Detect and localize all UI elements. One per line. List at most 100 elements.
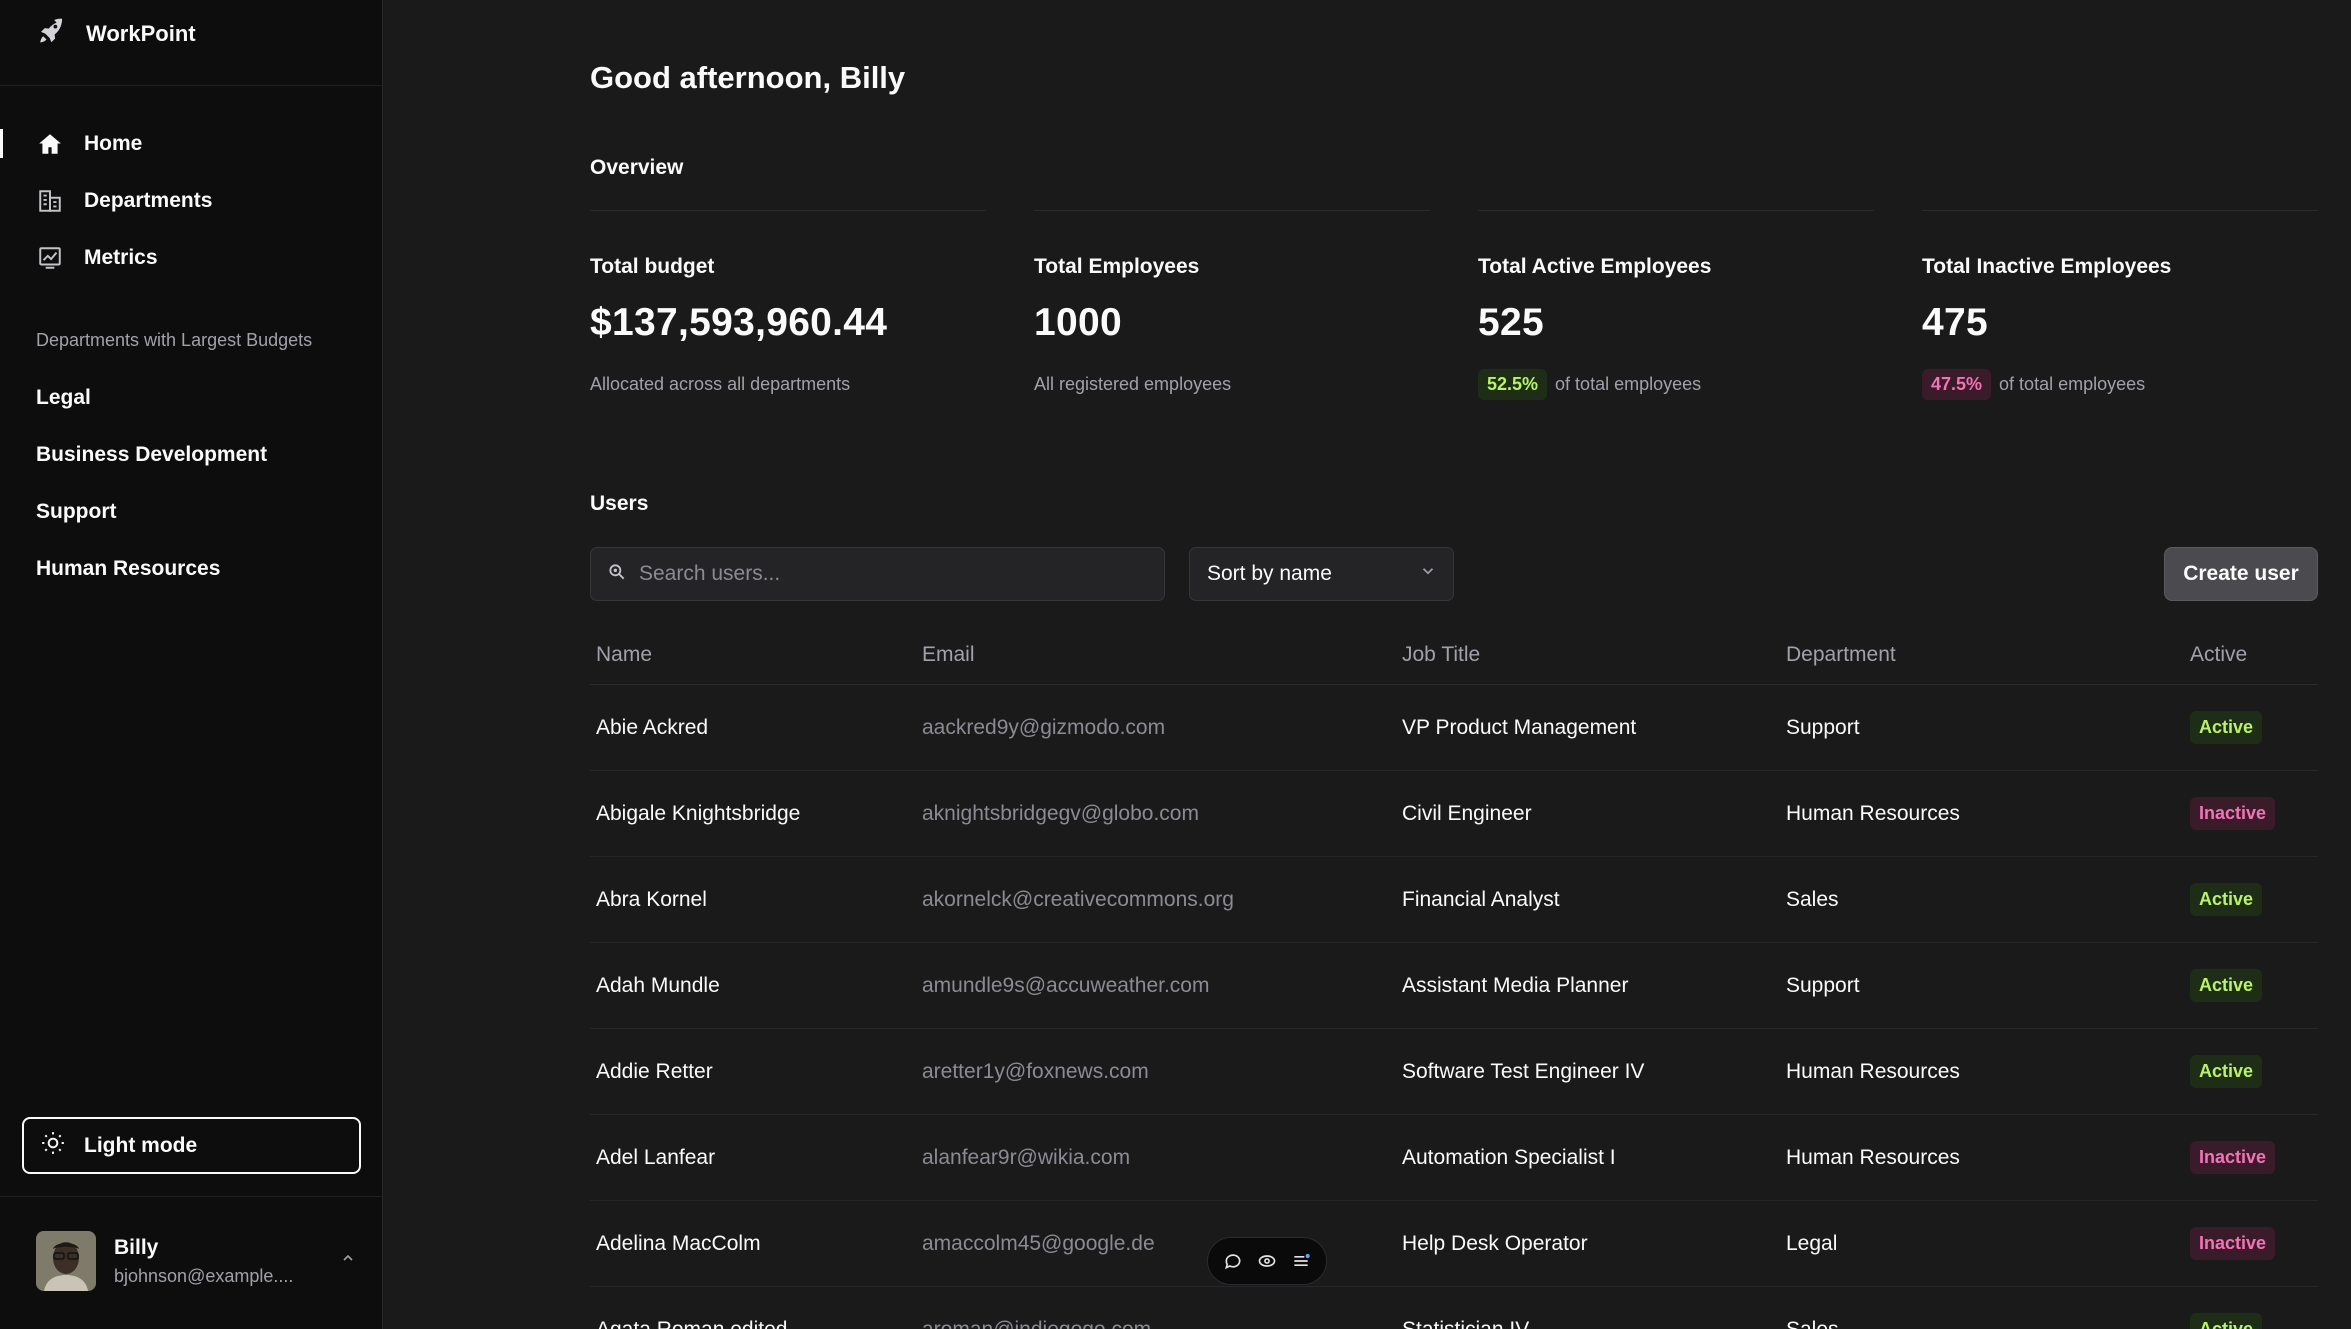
table-row[interactable]: Abigale Knightsbridge aknightsbridgegv@gl… [590, 771, 2318, 857]
percent-badge: 47.5% [1922, 368, 1992, 400]
table-row[interactable]: Abie Ackred aackred9y@gizmodo.com VP Produ… [590, 685, 2318, 771]
cell-active: Inactive [2190, 1141, 2318, 1174]
search-icon [607, 562, 627, 587]
column-header-department[interactable]: Department [1786, 643, 2190, 667]
stat-label: Total Employees [1034, 255, 1200, 278]
building-icon [36, 187, 64, 215]
chart-icon [36, 244, 64, 272]
cell-active: Active [2190, 711, 2318, 744]
light-mode-toggle[interactable]: Light mode [22, 1117, 361, 1174]
cell-name: Adah Mundle [596, 973, 720, 997]
department-item-business-development[interactable]: Business Development [0, 426, 382, 483]
status-badge: Active [2190, 969, 2263, 1002]
sidebar: WorkPoint Home Departments Metrics Depar… [0, 0, 383, 1329]
cell-active: Inactive [2190, 797, 2318, 830]
stat-divider [1034, 210, 1430, 211]
table-row[interactable]: Adel Lanfear alanfear9r@wikia.com Automati… [590, 1115, 2318, 1201]
cell-job-title: VP Product Management [1402, 715, 1637, 739]
main-nav: Home Departments Metrics [0, 115, 382, 286]
overview-heading: Overview [590, 156, 684, 179]
stat-caption-text: of total employees [1555, 373, 1702, 394]
stat-label: Total Active Employees [1478, 255, 1712, 278]
department-item-legal[interactable]: Legal [0, 369, 382, 426]
table-row[interactable]: Addie Retter aretter1y@foxnews.com Softwar… [590, 1029, 2318, 1115]
floating-toolbar [1207, 1237, 1327, 1285]
light-mode-label: Light mode [84, 1133, 198, 1157]
table-row[interactable]: Abra Kornel akornelck@creativecommons.org… [590, 857, 2318, 943]
table-body: Abie Ackred aackred9y@gizmodo.com VP Produ… [590, 685, 2318, 1329]
stat-label: Total Inactive Employees [1922, 255, 2172, 278]
status-badge: Inactive [2190, 1227, 2276, 1260]
stat-inactive-employees: Total Inactive Employees 475 47.5% of to… [1922, 210, 2318, 401]
rocket-icon [36, 16, 66, 51]
cell-email: aackred9y@gizmodo.com [922, 715, 1166, 739]
table-row[interactable]: Agata Roman edited aroman@indiegogo.com St… [590, 1287, 2318, 1329]
cell-email: alanfear9r@wikia.com [922, 1145, 1131, 1169]
create-user-button[interactable]: Create user [2164, 547, 2318, 601]
avatar [36, 1231, 96, 1291]
status-badge: Active [2190, 711, 2263, 744]
nav-item-metrics[interactable]: Metrics [0, 229, 382, 286]
table-row[interactable]: Adelina MacColm amaccolm45@google.de Help … [590, 1201, 2318, 1287]
nav-item-label: Metrics [84, 245, 158, 269]
stat-active-employees: Total Active Employees 525 52.5% of tota… [1478, 210, 1874, 401]
column-header-job-title[interactable]: Job Title [1402, 643, 1786, 667]
stat-caption-text: Allocated across all departments [590, 373, 851, 394]
status-badge: Active [2190, 1313, 2263, 1329]
search-box[interactable] [590, 547, 1165, 601]
cell-department: Support [1786, 715, 1860, 739]
cell-active: Active [2190, 1313, 2318, 1329]
cell-name: Abie Ackred [596, 715, 709, 739]
cell-email: aknightsbridgegv@globo.com [922, 801, 1199, 825]
cell-department: Human Resources [1786, 801, 1960, 825]
cell-job-title: Software Test Engineer IV [1402, 1059, 1645, 1083]
column-header-email[interactable]: Email [922, 643, 1402, 667]
column-header-name[interactable]: Name [590, 643, 922, 667]
sidebar-divider [0, 85, 382, 86]
user-info: Billy bjohnson@example.... [114, 1236, 293, 1287]
departments-list: Legal Business Development Support Human… [0, 369, 382, 597]
stat-label: Total budget [590, 255, 715, 278]
stat-divider [1478, 210, 1874, 211]
eye-icon[interactable] [1257, 1251, 1277, 1271]
nav-item-home[interactable]: Home [0, 115, 382, 172]
comment-icon[interactable] [1223, 1251, 1243, 1271]
user-name: Billy [114, 1235, 159, 1259]
brand[interactable]: WorkPoint [36, 16, 196, 51]
stat-caption: All registered employees [1034, 367, 1430, 401]
stat-total-employees: Total Employees 1000 All registered empl… [1034, 210, 1430, 401]
department-item-human-resources[interactable]: Human Resources [0, 540, 382, 597]
sort-select[interactable]: Sort by name [1189, 547, 1454, 601]
sun-icon [40, 1130, 66, 1162]
stat-caption: 52.5% of total employees [1478, 367, 1874, 401]
stat-value: $137,593,960.44 [590, 301, 888, 344]
list-icon[interactable] [1291, 1251, 1311, 1271]
nav-item-label: Departments [84, 188, 213, 212]
nav-item-departments[interactable]: Departments [0, 172, 382, 229]
stat-caption-text: of total employees [1999, 373, 2146, 394]
department-item-support[interactable]: Support [0, 483, 382, 540]
percent-badge: 52.5% [1478, 368, 1548, 400]
column-header-active[interactable]: Active [2190, 643, 2318, 667]
status-badge: Active [2190, 883, 2263, 916]
cell-active: Active [2190, 969, 2318, 1002]
table-row[interactable]: Adah Mundle amundle9s@accuweather.com Assi… [590, 943, 2318, 1029]
cell-email: aroman@indiegogo.com [922, 1317, 1152, 1329]
stat-caption: Allocated across all departments [590, 367, 986, 401]
cell-active: Active [2190, 1055, 2318, 1088]
status-badge: Active [2190, 1055, 2263, 1088]
cell-email: akornelck@creativecommons.org [922, 887, 1234, 911]
cell-name: Abigale Knightsbridge [596, 801, 801, 825]
status-badge: Inactive [2190, 1141, 2276, 1174]
stat-divider [1922, 210, 2318, 211]
brand-name: WorkPoint [86, 20, 196, 46]
main-content: Good afternoon, Billy Overview Total bud… [383, 0, 2351, 1329]
cell-department: Sales [1786, 887, 1839, 911]
search-input[interactable] [639, 562, 1164, 586]
cell-email: amaccolm45@google.de [922, 1231, 1155, 1255]
stat-caption: 47.5% of total employees [1922, 367, 2318, 401]
stat-divider [590, 210, 986, 211]
cell-name: Adel Lanfear [596, 1145, 716, 1169]
cell-department: Human Resources [1786, 1145, 1960, 1169]
user-menu[interactable]: Billy bjohnson@example.... [36, 1230, 356, 1292]
